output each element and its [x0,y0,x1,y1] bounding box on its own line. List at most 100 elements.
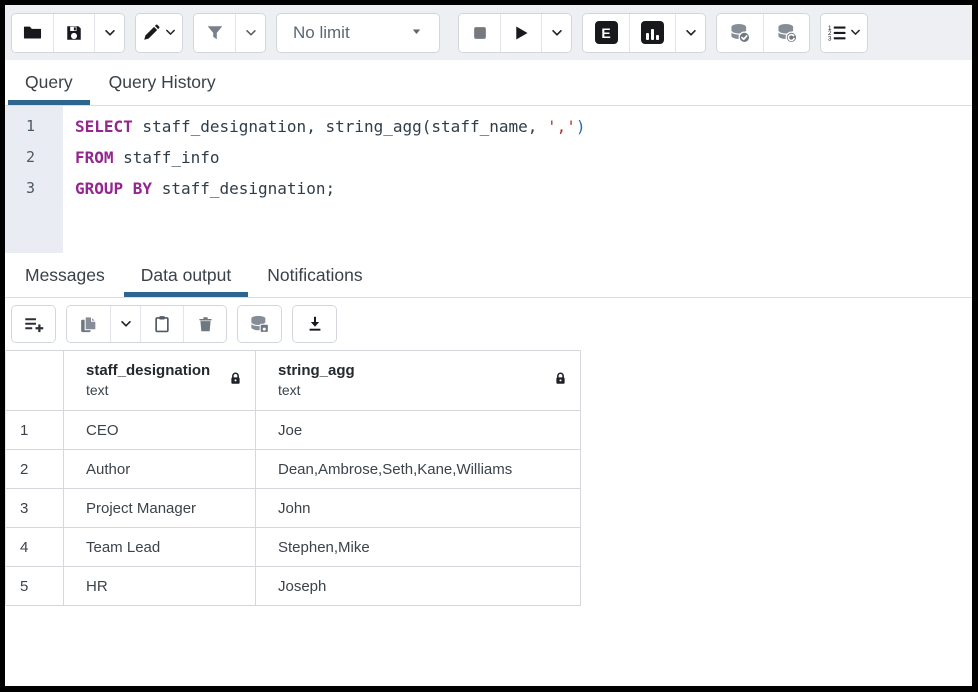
sql-editor: 1 2 3 SELECT staff_designation, string_a… [5,106,972,253]
code-line-2: FROM staff_info [75,142,972,173]
save-icon [65,24,83,42]
output-tab-bar: Messages Data output Notifications [5,253,972,298]
filter-button-group [193,13,266,53]
filter-button[interactable] [194,14,235,52]
stop-button[interactable] [459,14,500,52]
save-file-button[interactable] [53,14,94,52]
table-row: 5 HR Joseph [6,567,581,606]
data-output-toolbar [5,298,972,350]
add-row-group [11,305,56,343]
save-data-changes-button[interactable] [238,306,281,342]
explain-options-dropdown[interactable] [675,14,705,52]
add-row-button[interactable] [12,306,55,342]
select-all-cell[interactable] [6,351,64,411]
delete-row-button[interactable] [183,306,226,342]
sql-code-input[interactable]: SELECT staff_designation, string_agg(sta… [63,106,972,253]
code-line-1: SELECT staff_designation, string_agg(sta… [75,111,972,142]
table-row: 1 CEO Joe [6,411,581,450]
results-grid-area: staff_designation text string_agg [5,350,972,686]
line-number: 1 [5,111,63,142]
chevron-down-icon [119,317,133,331]
filter-icon [206,24,224,42]
open-file-button[interactable] [12,14,53,52]
cell-string-agg[interactable]: Joseph [256,567,581,606]
cell-string-agg[interactable]: Stephen,Mike [256,528,581,567]
clipboard-group [66,305,227,343]
explain-button[interactable]: E [583,14,629,52]
chevron-down-icon [684,26,698,40]
code-line-3: GROUP BY staff_designation; [75,173,972,204]
limit-group: No limit [276,13,440,53]
tab-query[interactable]: Query [8,60,90,105]
add-row-icon [24,314,44,334]
macros-button-group: 1 2 3 [820,13,868,53]
chevron-down-icon [103,26,117,40]
trash-icon [197,316,214,333]
filter-options-dropdown[interactable] [235,14,265,52]
execute-options-dropdown[interactable] [541,14,571,52]
tab-notifications-label: Notifications [267,265,362,286]
edit-button-group [135,13,183,53]
copy-icon [79,315,98,334]
table-row: 4 Team Lead Stephen,Mike [6,528,581,567]
row-limit-select[interactable]: No limit [277,14,439,52]
copy-button[interactable] [67,306,110,342]
cell-string-agg[interactable]: John [256,489,581,528]
save-options-dropdown[interactable] [94,14,124,52]
bar-chart-icon [641,21,664,44]
file-button-group [11,13,125,53]
tab-data-output[interactable]: Data output [124,253,248,297]
execute-button-group [458,13,572,53]
row-number-cell[interactable]: 3 [6,489,64,528]
cell-string-agg[interactable]: Dean,Ambrose,Seth,Kane,Williams [256,450,581,489]
download-icon [306,315,324,333]
macros-dropdown-button[interactable]: 1 2 3 [821,14,867,52]
cell-staff-designation[interactable]: Team Lead [64,528,256,567]
tab-data-output-label: Data output [141,265,231,286]
explain-icon: E [595,21,618,44]
pencil-icon [142,24,160,42]
cell-string-agg[interactable]: Joe [256,411,581,450]
table-row: 2 Author Dean,Ambrose,Seth,Kane,Williams [6,450,581,489]
tab-messages-label: Messages [25,265,105,286]
caret-down-icon [410,23,423,43]
chevron-down-icon [164,26,177,39]
database-save-icon [249,314,270,335]
row-number-cell[interactable]: 4 [6,528,64,567]
lock-icon [228,371,243,390]
database-commit-icon [729,22,751,44]
edit-dropdown-button[interactable] [136,14,182,52]
commit-button[interactable] [717,14,763,52]
tab-notifications[interactable]: Notifications [250,253,379,297]
download-group [292,305,337,343]
row-number-cell[interactable]: 1 [6,411,64,450]
rollback-button[interactable] [763,14,809,52]
cell-staff-designation[interactable]: Project Manager [64,489,256,528]
row-number-cell[interactable]: 5 [6,567,64,606]
cell-staff-designation[interactable]: HR [64,567,256,606]
explain-analyze-button[interactable] [629,14,675,52]
column-header-staff-designation[interactable]: staff_designation text [64,351,256,411]
copy-options-dropdown[interactable] [110,306,140,342]
row-number-cell[interactable]: 2 [6,450,64,489]
grid-body: 1 CEO Joe 2 Author Dean,Ambrose,Seth,Kan… [6,411,581,606]
query-tab-bar: Query Query History [5,60,972,106]
main-toolbar: No limit [5,5,972,60]
row-limit-value: No limit [293,23,350,43]
paste-button[interactable] [140,306,183,342]
database-rollback-icon [776,22,798,44]
execute-query-button[interactable] [500,14,541,52]
cell-staff-designation[interactable]: Author [64,450,256,489]
column-header-string-agg[interactable]: string_agg text [256,351,581,411]
clipboard-icon [153,315,171,333]
play-icon [512,24,530,42]
tab-query-history[interactable]: Query History [92,60,233,105]
chevron-down-icon [244,26,258,40]
tab-messages[interactable]: Messages [8,253,122,297]
line-number: 2 [5,142,63,173]
download-results-button[interactable] [293,306,336,342]
table-row: 3 Project Manager John [6,489,581,528]
explain-button-group: E [582,13,706,53]
cell-staff-designation[interactable]: CEO [64,411,256,450]
active-tab-indicator [8,100,90,105]
